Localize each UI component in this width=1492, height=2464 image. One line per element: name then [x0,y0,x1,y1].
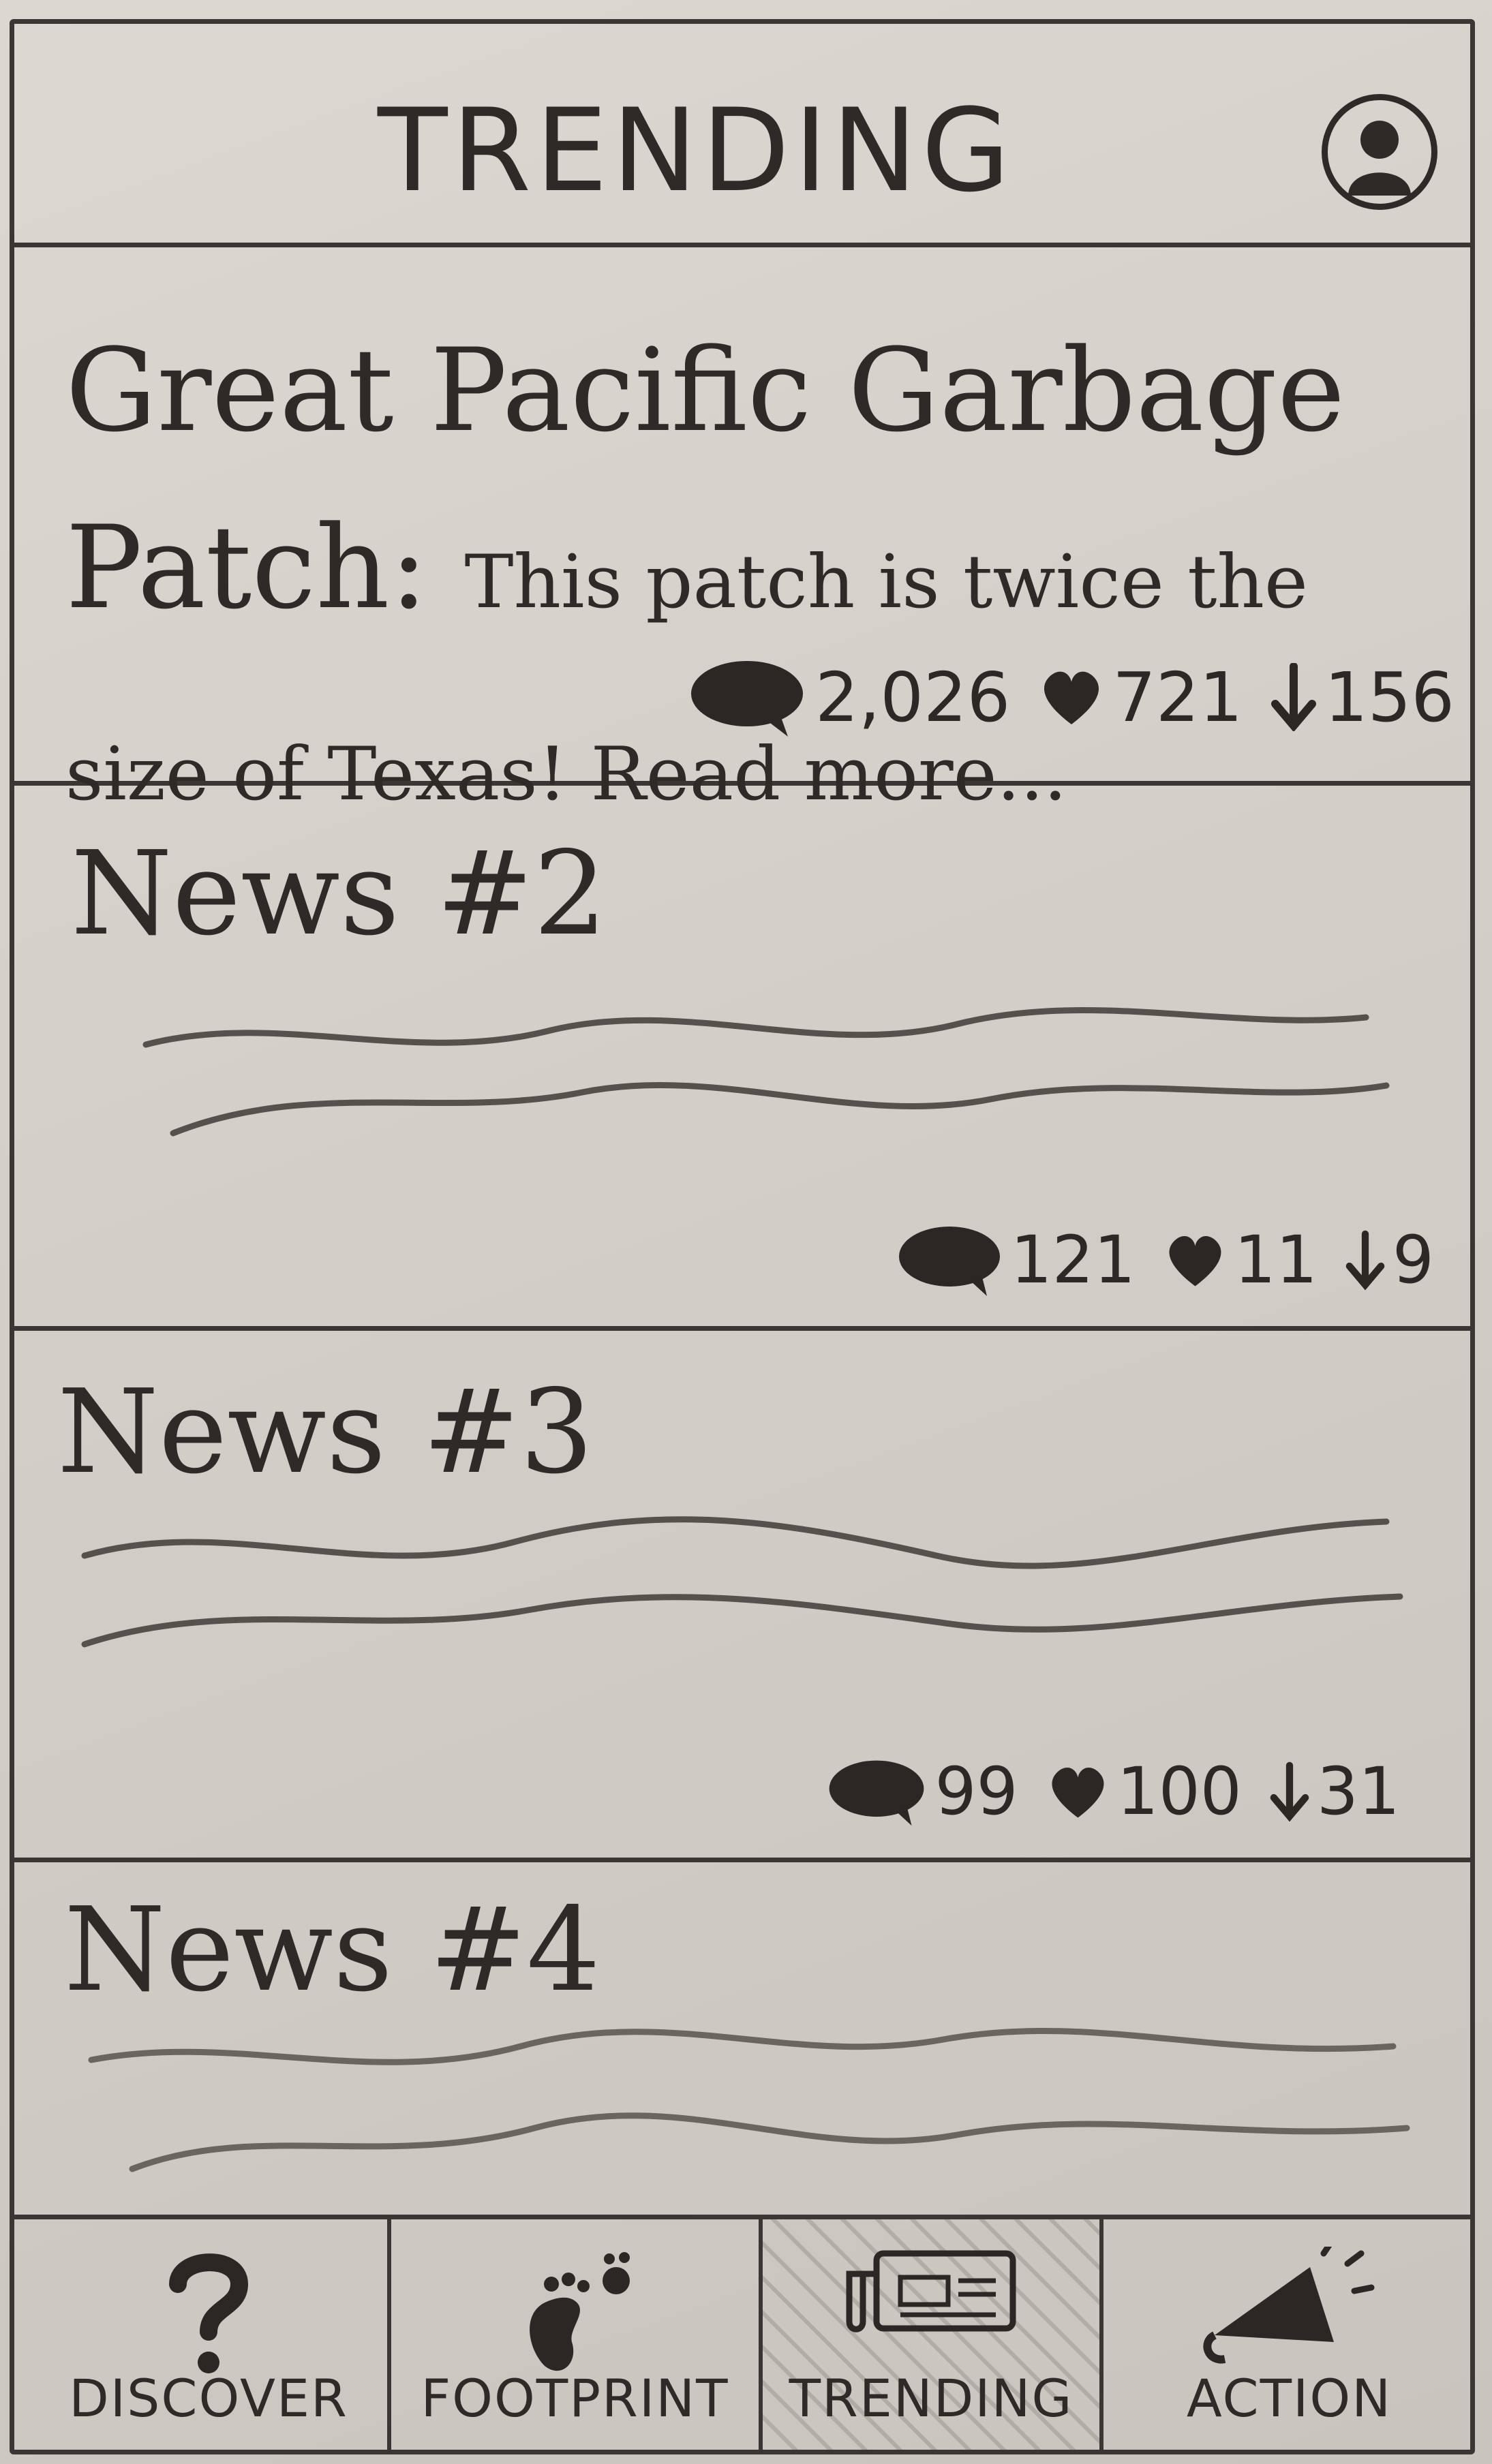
phone-frame [10,19,1475,2454]
